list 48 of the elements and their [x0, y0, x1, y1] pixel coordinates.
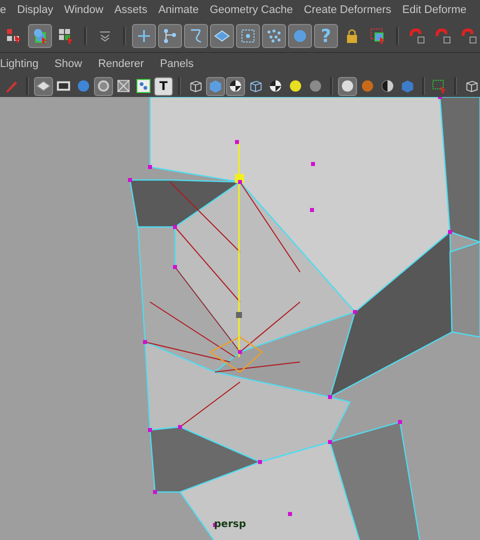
tool-button[interactable] [134, 76, 153, 96]
grid-cursor-icon [58, 28, 74, 44]
menu-item[interactable]: Panels [160, 58, 194, 70]
menu-item[interactable]: Animate [158, 4, 199, 16]
tool-button[interactable] [34, 76, 53, 96]
cube-icon [208, 78, 223, 94]
squares-cursor-icon [6, 28, 22, 44]
sphere-icon [292, 28, 308, 44]
marquee-cursor-icon [370, 28, 386, 44]
sphere-cursor-icon [32, 28, 48, 44]
text-button[interactable]: T [154, 76, 173, 96]
tool-button[interactable] [94, 76, 113, 96]
dots-icon [266, 28, 282, 44]
curve-icon [188, 28, 204, 44]
plus-icon [136, 28, 152, 44]
magnet-curve-icon [435, 28, 451, 44]
menu-item[interactable]: Assets [114, 4, 148, 16]
menu-item[interactable]: Show [54, 58, 82, 70]
half-sphere-icon [380, 78, 395, 94]
checker-ball-icon [268, 78, 283, 94]
menu-item[interactable]: Create Deformers [304, 4, 392, 16]
shaded-sphere-icon [340, 78, 355, 94]
menu-item[interactable]: Window [64, 4, 104, 16]
menu-item[interactable]: Lighting [0, 58, 39, 70]
sphere-icon [76, 78, 91, 94]
circle-icon [96, 78, 111, 94]
vertex-icon [162, 28, 178, 44]
viewport[interactable]: persp [0, 97, 480, 540]
wire-cube-icon [464, 78, 479, 94]
lock-icon [344, 28, 360, 44]
plane-icon [214, 28, 230, 44]
tool-button[interactable] [338, 76, 357, 96]
wire-cube-icon [188, 78, 203, 94]
sphere-icon [308, 78, 323, 94]
menu-item[interactable]: Display [17, 4, 54, 16]
menu-item[interactable]: e [0, 4, 6, 16]
menu-item[interactable]: Renderer [98, 58, 144, 70]
camera-label: persp [214, 519, 246, 530]
magnet-point-icon [461, 28, 477, 44]
magnet-grid-icon [409, 28, 425, 44]
tool-button[interactable] [226, 76, 245, 96]
marquee-cursor-icon [432, 78, 447, 94]
cube-icon [248, 78, 263, 94]
menu-item[interactable]: Geometry Cache [210, 4, 293, 16]
menu-item[interactable]: Edit Deforme [402, 4, 466, 16]
dots-icon [136, 78, 151, 94]
checker-sphere-icon [228, 78, 243, 94]
plane-icon [36, 78, 51, 94]
